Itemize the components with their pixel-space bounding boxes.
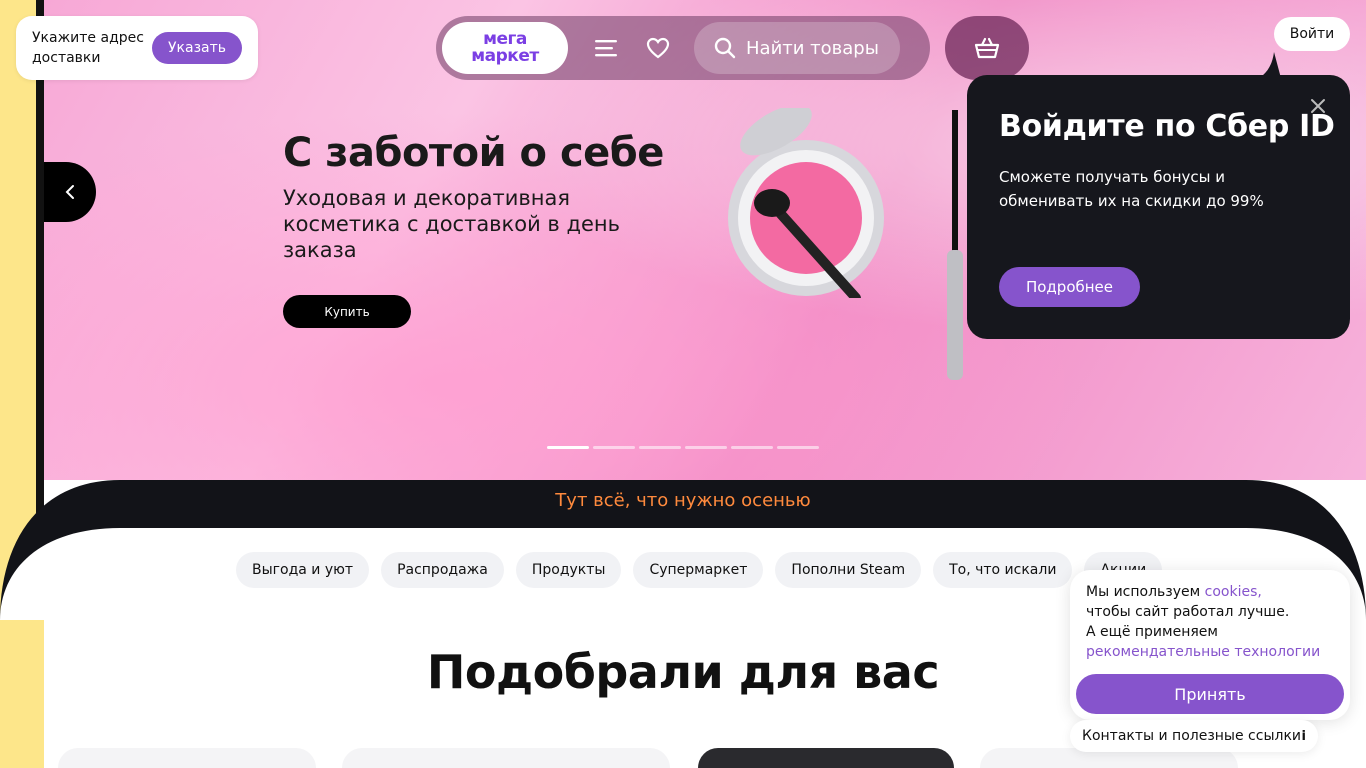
chip-category[interactable]: Продукты: [515, 552, 622, 588]
cookie-line2: чтобы сайт работал лучше.: [1086, 604, 1290, 620]
chevron-left-icon: [65, 185, 74, 199]
contacts-links-button[interactable]: Контакты и полезные ссылки i: [1070, 720, 1318, 752]
cookie-text: Мы используем cookies, чтобы сайт работа…: [1086, 582, 1336, 662]
slide-dot[interactable]: [685, 446, 727, 449]
delivery-address-card: Укажите адрес доставки Указать: [16, 16, 258, 80]
cookie-banner: Мы используем cookies, чтобы сайт работа…: [1070, 570, 1350, 720]
cart-button[interactable]: [945, 16, 1029, 80]
hero-subtitle: Уходовая и декоративная косметика с дост…: [283, 186, 621, 262]
logo-line2: маркет: [471, 46, 539, 66]
delivery-address-prompt: Укажите адрес доставки: [32, 30, 144, 66]
cookies-link[interactable]: cookies,: [1205, 584, 1262, 600]
product-card[interactable]: [342, 748, 670, 768]
recommendations-link[interactable]: рекомендательные технологии: [1086, 644, 1320, 660]
slide-indicator[interactable]: [547, 446, 819, 449]
mascara-image: [947, 110, 963, 380]
set-address-button[interactable]: Указать: [152, 32, 242, 64]
slide-dot[interactable]: [593, 446, 635, 449]
megamarket-logo[interactable]: мега маркет: [442, 22, 568, 74]
search-label: Найти товары: [746, 37, 879, 59]
blush-compact-image: [728, 108, 884, 298]
hero-title: С заботой о себе: [283, 130, 664, 176]
close-icon[interactable]: [1309, 97, 1327, 115]
heart-icon: [646, 37, 670, 59]
cookie-line1: Мы используем: [1086, 584, 1205, 600]
chip-category[interactable]: То, что искали: [933, 552, 1073, 588]
product-cards-row: [58, 748, 1258, 768]
cookie-accept-button[interactable]: Принять: [1076, 674, 1344, 714]
promo-text: Тут всё, что нужно осенью: [555, 490, 811, 511]
hero-buy-button[interactable]: Купить: [283, 295, 411, 328]
info-icon: i: [1301, 728, 1306, 744]
popup-more-button[interactable]: Подробнее: [999, 267, 1140, 307]
contacts-label: Контакты и полезные ссылки: [1082, 728, 1302, 744]
chip-category[interactable]: Пополни Steam: [775, 552, 922, 588]
popup-text: Сможете получать бонусы и обменивать их …: [999, 168, 1264, 210]
chip-category[interactable]: Супермаркет: [633, 552, 764, 588]
menu-icon: [595, 40, 617, 57]
slide-dot-active[interactable]: [547, 446, 589, 449]
search-icon: [714, 37, 736, 59]
product-card[interactable]: [58, 748, 316, 768]
cookie-line3: А ещё применяем: [1086, 624, 1218, 640]
product-card[interactable]: [698, 748, 954, 768]
basket-icon: [974, 37, 1000, 59]
chip-category[interactable]: Выгода и уют: [236, 552, 370, 588]
catalog-menu-button[interactable]: [580, 22, 632, 74]
top-navigation: мега маркет Найти товары: [436, 16, 930, 80]
sber-id-popup: Войдите по Сбер ID Сможете получать бону…: [967, 75, 1350, 339]
chip-category[interactable]: Распродажа: [381, 552, 504, 588]
search-button[interactable]: Найти товары: [694, 22, 900, 74]
slide-dot[interactable]: [777, 446, 819, 449]
slide-dot[interactable]: [731, 446, 773, 449]
popup-title: Войдите по Сбер ID: [999, 109, 1335, 144]
category-chips: Выгода и уют Распродажа Продукты Суперма…: [236, 552, 1163, 588]
slide-dot[interactable]: [639, 446, 681, 449]
login-button[interactable]: Войти: [1274, 17, 1350, 51]
favorites-button[interactable]: [632, 22, 684, 74]
